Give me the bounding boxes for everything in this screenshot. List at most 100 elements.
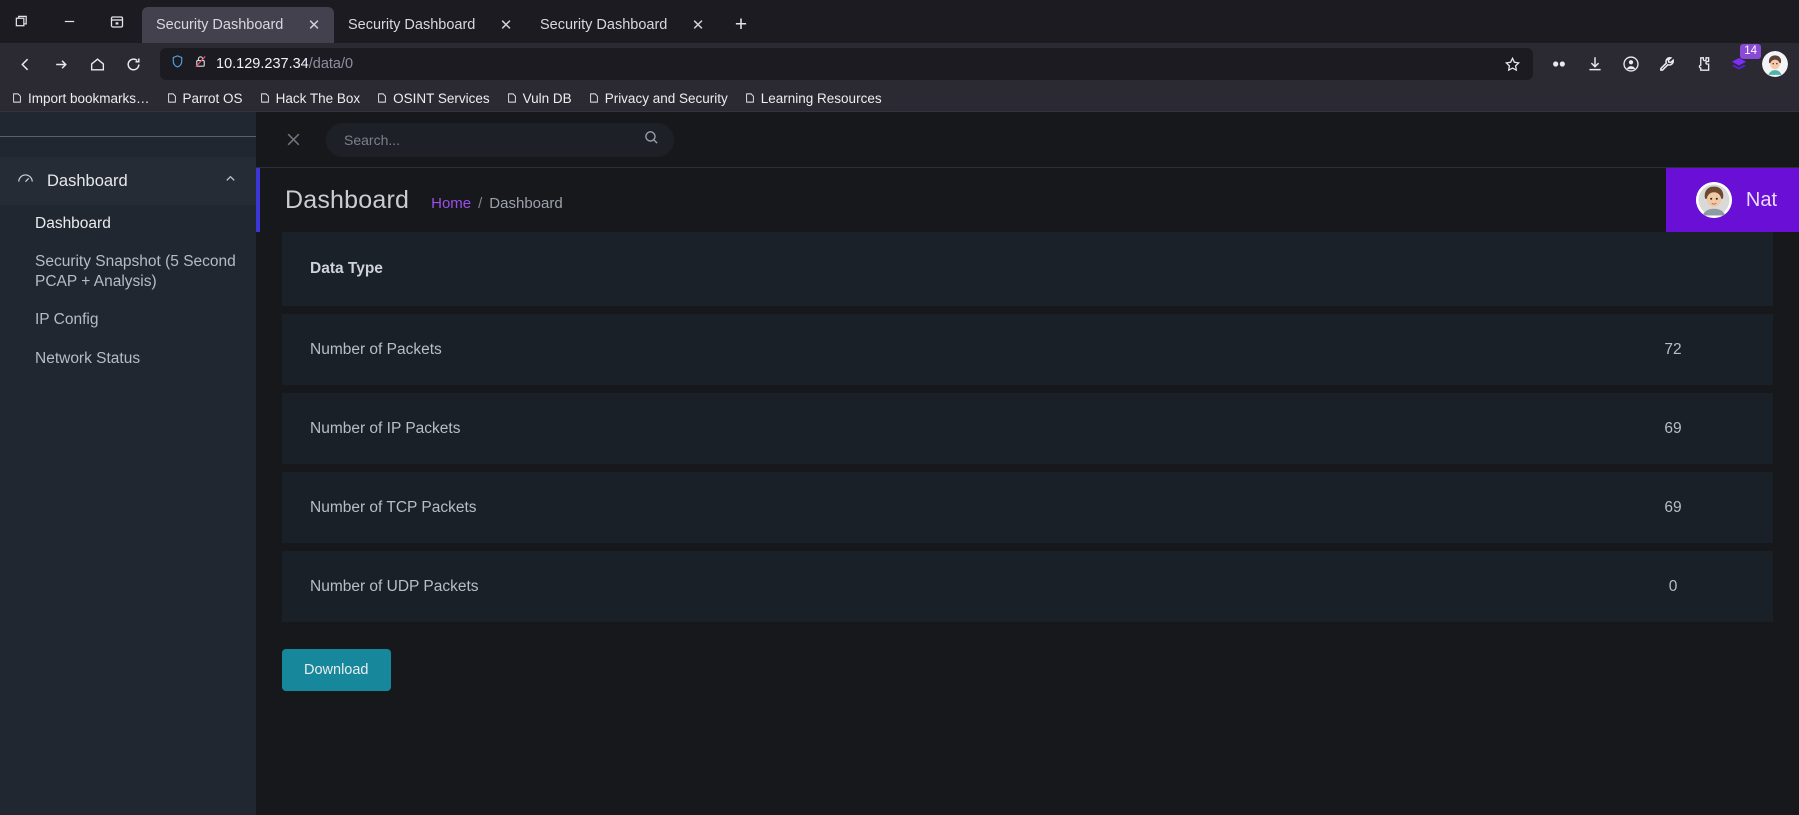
bookmark-star-icon[interactable] <box>1497 50 1527 78</box>
search-input[interactable] <box>344 131 635 148</box>
table-row: Number of TCP Packets 69 <box>282 472 1773 543</box>
downloads-icon[interactable] <box>1579 48 1611 80</box>
layers-extension-icon[interactable]: 14 <box>1723 44 1761 80</box>
table-header-row: Data Type <box>282 232 1773 306</box>
search-icon[interactable] <box>643 129 660 151</box>
tab-close-icon[interactable]: ✕ <box>688 15 708 35</box>
url-bar[interactable]: 10.129.237.34/data/0 <box>160 48 1533 80</box>
bookmark-parrot-os[interactable]: Parrot OS <box>159 88 250 109</box>
tab-list: Security Dashboard ✕ Security Dashboard … <box>142 0 756 43</box>
row-gap <box>282 306 1773 314</box>
restore-window-icon[interactable] <box>10 11 32 33</box>
table-row: Number of Packets 72 <box>282 314 1773 385</box>
tab-2[interactable]: Security Dashboard ✕ <box>526 7 718 43</box>
row-value: 69 <box>1664 498 1682 516</box>
shield-icon[interactable] <box>170 54 185 74</box>
row-gap <box>282 385 1773 393</box>
tab-1[interactable]: Security Dashboard ✕ <box>334 7 526 43</box>
page-viewport: Dashboard Dashboard Security Snapshot (5… <box>0 112 1799 815</box>
tab-strip: Security Dashboard ✕ Security Dashboard … <box>0 0 1799 43</box>
row-value: 0 <box>1668 577 1678 595</box>
window-controls <box>0 0 128 43</box>
sidebar: Dashboard Dashboard Security Snapshot (5… <box>0 112 256 815</box>
bookmark-label: Vuln DB <box>522 90 572 106</box>
page-header-inner: Dashboard Home / Dashboard <box>260 186 563 215</box>
page-title: Dashboard <box>285 185 410 214</box>
extension-badge-count: 14 <box>1740 44 1761 59</box>
table-row: Number of IP Packets 69 <box>282 393 1773 464</box>
row-label: Number of TCP Packets <box>310 498 477 516</box>
bookmark-osint-services[interactable]: OSINT Services <box>369 88 497 109</box>
tab-close-icon[interactable]: ✕ <box>496 15 516 35</box>
breadcrumb-home[interactable]: Home <box>431 195 471 212</box>
download-button[interactable]: Download <box>282 649 391 691</box>
column-header-data-type: Data Type <box>310 260 383 277</box>
wrench-icon[interactable] <box>1651 48 1683 80</box>
bookmark-import[interactable]: Import bookmarks… <box>4 88 157 109</box>
profile-avatar-icon[interactable] <box>1759 48 1791 80</box>
breadcrumb: Home / Dashboard <box>431 195 563 212</box>
minimize-window-icon[interactable] <box>58 11 80 33</box>
sidebar-item-network-status[interactable]: Network Status <box>0 340 256 378</box>
reload-icon[interactable] <box>116 48 150 80</box>
row-label: Number of Packets <box>310 340 442 358</box>
sidebar-group-dashboard[interactable]: Dashboard <box>0 157 256 205</box>
row-label: Number of IP Packets <box>310 419 461 437</box>
sidebar-group-label: Dashboard <box>47 171 128 190</box>
bookmark-learning-resources[interactable]: Learning Resources <box>737 88 889 109</box>
chevron-up-icon[interactable] <box>223 171 238 191</box>
firefox-view-icon[interactable] <box>106 11 128 33</box>
toolbar-icons: 14 <box>1543 44 1791 80</box>
bookmark-hack-the-box[interactable]: Hack The Box <box>252 88 368 109</box>
forward-icon[interactable] <box>44 48 78 80</box>
bookmark-label: Import bookmarks… <box>28 90 150 106</box>
user-banner[interactable]: Nat <box>1665 168 1799 232</box>
data-table: Data Type Number of Packets 72 Number of… <box>282 232 1773 622</box>
password-manager-icon[interactable] <box>1543 48 1575 80</box>
new-tab-button[interactable]: + <box>726 10 756 40</box>
url-text: 10.129.237.34/data/0 <box>216 56 1489 72</box>
close-icon[interactable] <box>278 125 308 155</box>
speedometer-icon <box>16 169 35 193</box>
search-box[interactable] <box>326 122 674 157</box>
table-row: Number of UDP Packets 0 <box>282 551 1773 622</box>
sidebar-item-ip-config[interactable]: IP Config <box>0 301 256 339</box>
navigation-toolbar: 10.129.237.34/data/0 14 <box>0 43 1799 85</box>
tab-title: Security Dashboard <box>540 17 668 33</box>
user-avatar <box>1695 182 1732 218</box>
row-gap <box>282 464 1773 472</box>
avatar <box>1762 51 1788 77</box>
url-path: /data/0 <box>308 56 354 72</box>
sidebar-item-security-snapshot[interactable]: Security Snapshot (5 Second PCAP + Analy… <box>0 243 256 301</box>
account-icon[interactable] <box>1615 48 1647 80</box>
bookmark-label: OSINT Services <box>393 90 490 106</box>
bookmark-label: Privacy and Security <box>604 90 728 106</box>
bookmark-label: Parrot OS <box>182 90 243 106</box>
bookmarks-bar: Import bookmarks… Parrot OS Hack The Box… <box>0 85 1799 112</box>
bookmark-privacy-and-security[interactable]: Privacy and Security <box>581 88 735 109</box>
extensions-puzzle-icon[interactable] <box>1687 48 1719 80</box>
user-name: Nat <box>1745 188 1777 211</box>
browser-window: Security Dashboard ✕ Security Dashboard … <box>0 0 1799 815</box>
breadcrumb-separator: / <box>478 194 483 212</box>
tab-0[interactable]: Security Dashboard ✕ <box>142 7 334 43</box>
row-value: 69 <box>1664 419 1682 437</box>
row-value: 72 <box>1664 340 1682 358</box>
sidebar-top-spacer <box>0 112 256 136</box>
main-panel: Data Type Number of Packets 72 Number of… <box>256 232 1799 815</box>
home-icon[interactable] <box>80 48 114 80</box>
content-topbar <box>256 112 1799 168</box>
page-header: Dashboard Home / Dashboard Nat <box>256 168 1799 232</box>
breadcrumb-current: Dashboard <box>489 194 563 212</box>
url-host: 10.129.237.34 <box>216 56 309 72</box>
sidebar-item-dashboard[interactable]: Dashboard <box>0 205 256 243</box>
row-gap <box>282 543 1773 551</box>
bookmark-label: Hack The Box <box>275 90 361 106</box>
lock-crossed-icon[interactable] <box>193 54 208 74</box>
bookmark-vuln-db[interactable]: Vuln DB <box>499 88 579 109</box>
bookmark-label: Learning Resources <box>760 90 882 106</box>
tab-close-icon[interactable]: ✕ <box>304 15 324 35</box>
tab-title: Security Dashboard <box>156 17 284 33</box>
back-icon[interactable] <box>8 48 42 80</box>
